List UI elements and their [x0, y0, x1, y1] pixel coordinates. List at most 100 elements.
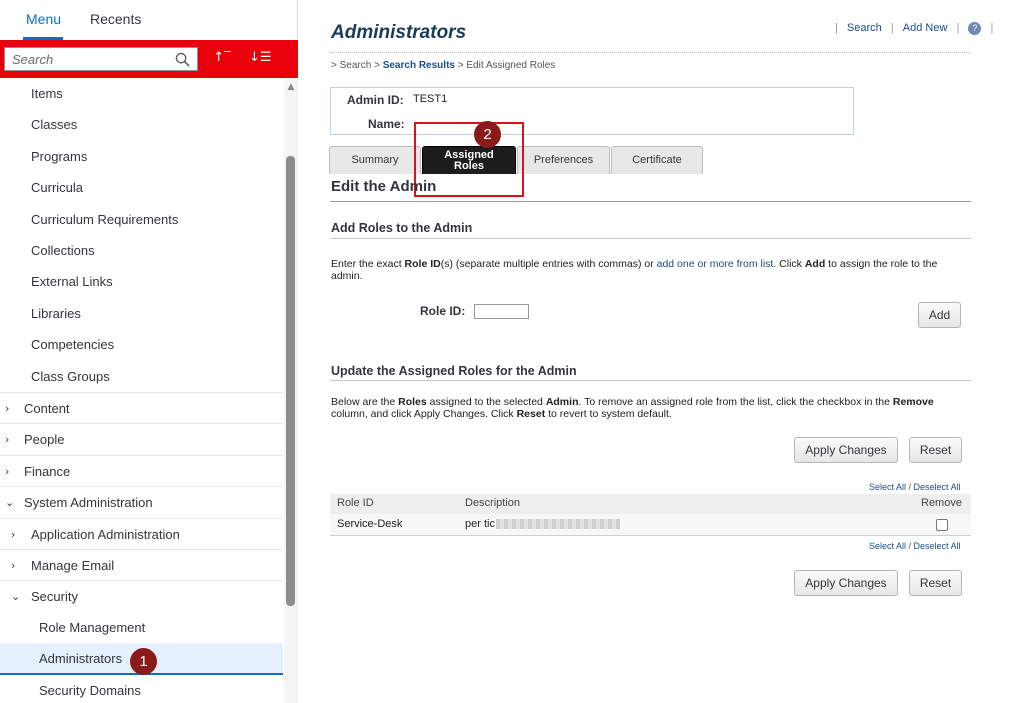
nav-item-label: People [24, 432, 65, 448]
nav-item-role-management[interactable]: Role Management [0, 612, 283, 643]
text: . Click [773, 258, 805, 270]
left-panel: Menu Recents ↑‾ ↓☰ Items Classes Program… [0, 0, 298, 703]
chevron-right-icon: › [5, 464, 10, 478]
apply-changes-button[interactable]: Apply Changes [794, 437, 898, 463]
add-from-list-link[interactable]: add one or more from list [657, 258, 774, 270]
text-bold: Role ID [404, 258, 441, 270]
nav-item-finance[interactable]: › Finance [0, 454, 283, 486]
nav-item-label: Security [31, 589, 78, 605]
nav-item-label: Application Administration [31, 526, 180, 542]
description-text: per tic [465, 518, 495, 530]
reset-button-bottom[interactable]: Reset [909, 570, 962, 596]
role-id-input[interactable] [474, 304, 529, 319]
tab-recents[interactable]: Recents [90, 11, 141, 27]
scroll-up-icon[interactable]: ▲ [286, 82, 296, 92]
text-bold: Remove [892, 396, 934, 408]
nav-tree: Items Classes Programs Curricula Curricu… [0, 78, 283, 703]
text: to revert to system default. [545, 408, 672, 420]
nav-item-programs[interactable]: Programs [0, 141, 283, 172]
text: Enter the exact [331, 258, 405, 270]
nav-item-security-domains[interactable]: Security Domains [0, 675, 283, 703]
nav-item-libraries[interactable]: Libraries [0, 298, 283, 329]
tab-summary[interactable]: Summary [329, 146, 421, 174]
step-badge-2: 2 [474, 121, 501, 148]
header-divider [331, 52, 971, 53]
nav-item-class-groups[interactable]: Class Groups [0, 361, 283, 392]
chevron-right-icon: › [5, 433, 10, 447]
nav-item-label: Libraries [31, 305, 81, 321]
app-window: Menu Recents ↑‾ ↓☰ Items Classes Program… [0, 0, 1024, 703]
page-title: Administrators [331, 22, 467, 43]
apply-changes-button-bottom[interactable]: Apply Changes [794, 570, 898, 596]
nav-item-application-administration[interactable]: › Application Administration [0, 517, 283, 549]
sort-icon[interactable]: ↓☰ [249, 50, 272, 68]
nav-item-label: Items [31, 86, 63, 101]
nav-item-label: System Administration [24, 495, 153, 511]
tab-preferences[interactable]: Preferences [517, 146, 610, 174]
text: (s) (separate multiple entries with comm… [440, 258, 657, 270]
nav-item-security[interactable]: ⌄ Security [0, 580, 283, 611]
role-id-label: Role ID: [420, 304, 466, 318]
select-all-link[interactable]: Select All [869, 541, 906, 551]
collapse-all-icon[interactable]: ↑‾ [211, 50, 233, 68]
breadcrumb-search-results[interactable]: Search Results [383, 60, 455, 71]
nav-item-people[interactable]: › People [0, 423, 283, 454]
nav-scrollbar-thumb[interactable] [286, 156, 295, 606]
separator: | [990, 22, 994, 35]
chevron-down-icon: ⌄ [11, 590, 21, 604]
select-all-link[interactable]: Select All [869, 482, 906, 492]
separator: | [835, 22, 838, 35]
add-button[interactable]: Add [918, 302, 961, 328]
nav-item-external-links[interactable]: External Links [0, 266, 283, 297]
nav-item-manage-email[interactable]: › Manage Email [0, 549, 283, 580]
update-roles-title: Update the Assigned Roles for the Admin [331, 364, 577, 378]
admin-info-box: Admin ID: TEST1 Name: [330, 87, 854, 135]
text: . To remove an assigned role from the li… [578, 396, 893, 408]
edit-title-rule [330, 201, 971, 202]
nav-item-label: Manage Email [31, 558, 115, 573]
admin-id-value: TEST1 [413, 93, 448, 105]
nav-item-curriculum-requirements[interactable]: Curriculum Requirements [0, 204, 283, 235]
text-bold: Reset [516, 408, 546, 420]
nav-item-label: External Links [31, 274, 113, 290]
column-header-description: Description [465, 497, 521, 509]
tab-certificate[interactable]: Certificate [611, 146, 703, 174]
add-roles-instructions: Enter the exact Role ID(s) (separate mul… [331, 258, 971, 282]
admin-id-label: Admin ID: [347, 93, 404, 107]
help-icon[interactable]: ? [968, 22, 982, 35]
add-roles-rule [330, 238, 971, 239]
search-link[interactable]: Search [847, 22, 882, 34]
redacted-text [495, 519, 620, 530]
nav-item-items[interactable]: Items [0, 78, 283, 109]
nav-item-collections[interactable]: Collections [0, 235, 283, 266]
search-icon[interactable] [175, 52, 190, 67]
nav-item-system-administration[interactable]: ⌄ System Administration [0, 486, 283, 517]
column-header-role-id: Role ID [337, 497, 374, 509]
role-id-cell: Service-Desk [337, 518, 403, 530]
edit-title: Edit the Admin [331, 178, 437, 195]
nav-item-classes[interactable]: Classes [0, 109, 283, 140]
breadcrumb-prefix[interactable]: > Search > [331, 60, 383, 71]
search-input[interactable] [5, 48, 165, 70]
add-roles-title: Add Roles to the Admin [331, 221, 473, 235]
nav-item-label: Security Domains [39, 682, 141, 698]
reset-button[interactable]: Reset [909, 437, 962, 463]
nav-item-label: Content [24, 401, 70, 416]
breadcrumb-current: > Edit Assigned Roles [454, 60, 556, 71]
nav-item-label: Curricula [31, 180, 84, 196]
text: assigned to the selected [426, 396, 546, 408]
remove-checkbox[interactable] [936, 519, 948, 531]
chevron-right-icon: › [11, 559, 16, 572]
nav-item-content[interactable]: › Content [0, 392, 283, 423]
nav-item-curricula[interactable]: Curricula [0, 172, 283, 203]
nav-item-competencies[interactable]: Competencies [0, 329, 283, 360]
deselect-all-link[interactable]: Deselect All [914, 482, 961, 492]
add-new-link[interactable]: Add New [903, 22, 948, 34]
text-bold: Roles [398, 396, 427, 408]
search-box [4, 47, 198, 71]
deselect-all-link[interactable]: Deselect All [914, 541, 961, 551]
step-badge-1: 1 [130, 648, 157, 675]
tab-menu[interactable]: Menu [26, 11, 61, 27]
nav-item-label: Administrators [39, 651, 123, 667]
separator: / [906, 482, 914, 492]
